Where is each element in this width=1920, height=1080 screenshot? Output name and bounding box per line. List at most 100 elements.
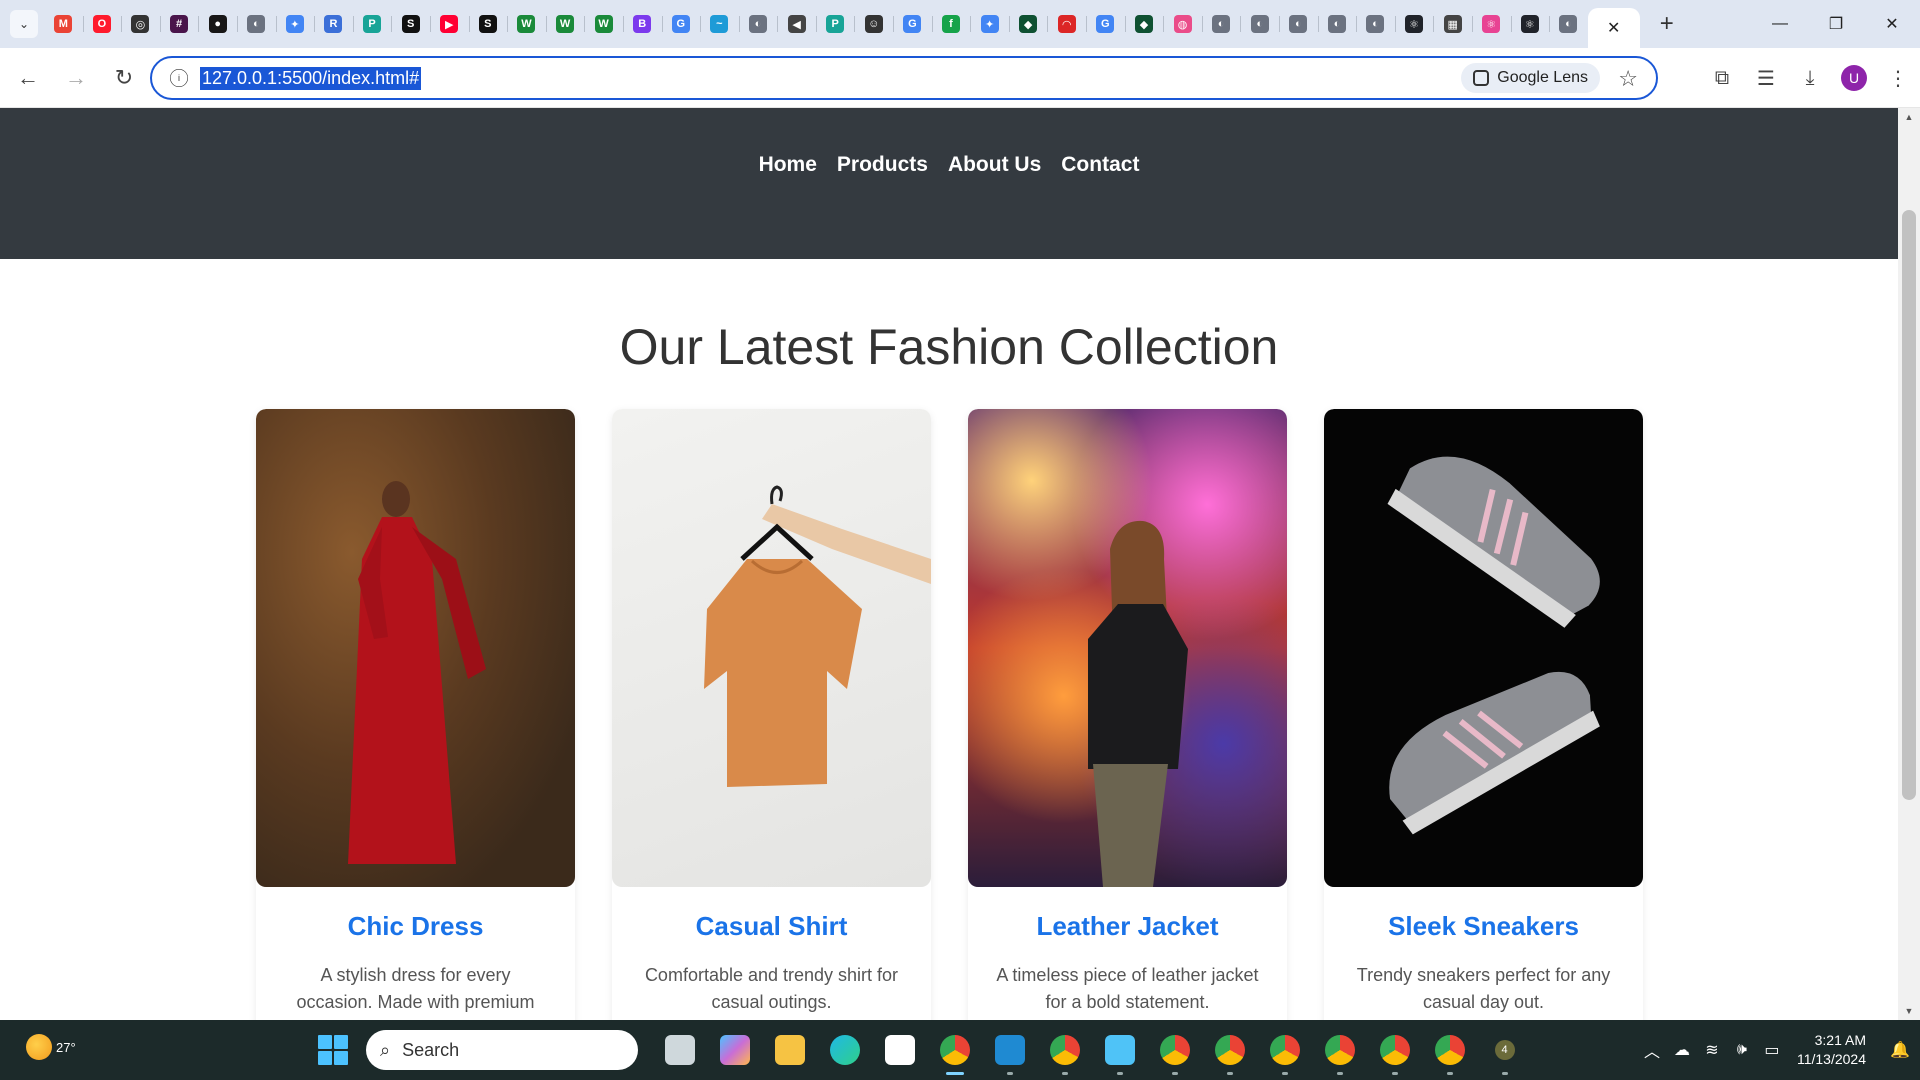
product-title[interactable]: Leather Jacket (968, 911, 1287, 942)
page-scrollbar[interactable]: ▲ ▼ (1898, 108, 1920, 1020)
tab-app-p[interactable]: P (352, 0, 392, 48)
nav-link-contact[interactable]: Contact (1061, 153, 1139, 183)
chrome-app-4[interactable] (1202, 1020, 1257, 1080)
tab-app-w-2[interactable]: W (545, 0, 585, 48)
scroll-up-arrow[interactable]: ▲ (1898, 108, 1920, 126)
chrome-app-8[interactable] (1422, 1020, 1477, 1080)
nav-link-about-us[interactable]: About Us (948, 153, 1041, 183)
tab-google-3[interactable]: G (1086, 0, 1125, 48)
store-app[interactable] (872, 1020, 927, 1080)
notepad-app[interactable] (1092, 1020, 1147, 1080)
notification-badge-app[interactable]: 4 (1477, 1020, 1532, 1080)
notification-bell-icon[interactable]: 🔔 (1880, 1040, 1920, 1060)
minimize-button[interactable]: — (1752, 0, 1808, 48)
tab-generic-2[interactable]: ◐ (738, 0, 778, 48)
tab-generic-3[interactable]: ◐ (1201, 0, 1241, 48)
google-lens-button[interactable]: Google Lens (1461, 63, 1600, 93)
task-view-app[interactable] (652, 1020, 707, 1080)
tab-app-is[interactable]: S (391, 0, 430, 48)
tab-generic-7[interactable]: ◐ (1356, 0, 1395, 48)
wifi-icon[interactable]: ≋ (1697, 1020, 1727, 1080)
battery-icon[interactable]: ▭ (1757, 1020, 1787, 1080)
sleek-sneakers-image[interactable] (1324, 409, 1643, 887)
close-window-button[interactable]: ✕ (1864, 0, 1920, 48)
tab-app-grid[interactable]: ▦ (1433, 0, 1472, 48)
scroll-thumb[interactable] (1902, 210, 1916, 800)
site-info-icon[interactable]: i (170, 69, 188, 87)
product-card-sleek-sneakers[interactable]: Sleek Sneakers Trendy sneakers perfect fo… (1324, 409, 1643, 1020)
tab-app-b[interactable]: B (622, 0, 662, 48)
profile-avatar[interactable]: U (1841, 65, 1867, 91)
start-button[interactable] (318, 1035, 348, 1065)
product-title[interactable]: Chic Dress (256, 911, 575, 942)
browser-menu-icon[interactable]: ⋮ (1876, 56, 1920, 100)
weather-widget[interactable]: 27° (26, 1034, 76, 1060)
casual-shirt-image[interactable] (612, 409, 931, 887)
tab-app-f[interactable]: f (931, 0, 971, 48)
vscode-app[interactable] (982, 1020, 1037, 1080)
product-card-leather-jacket[interactable]: Leather Jacket A timeless piece of leathe… (968, 409, 1287, 1020)
new-tab-button[interactable]: + (1650, 7, 1684, 41)
chrome-app-5[interactable] (1257, 1020, 1312, 1080)
taskbar-clock[interactable]: 3:21 AM 11/13/2024 (1797, 1031, 1866, 1069)
onedrive-icon[interactable]: ☁ (1667, 1020, 1697, 1080)
tab-github[interactable]: ● (198, 0, 237, 48)
volume-icon[interactable]: 🕪 (1727, 1020, 1757, 1080)
tab-active-localhost[interactable]: ✕ (1587, 8, 1640, 48)
url-text[interactable]: 127.0.0.1:5500/index.html# (200, 66, 422, 90)
downloads-icon[interactable]: ⤓ (1788, 56, 1832, 100)
tab-dribbble[interactable]: ◍ (1163, 0, 1202, 48)
tab-gemini[interactable]: ✦ (275, 0, 315, 48)
tab-google-2[interactable]: G (893, 0, 932, 48)
tab-app-wave[interactable]: ~ (700, 0, 739, 48)
tab-youtube-music[interactable]: ▶ (429, 0, 469, 48)
tab-generic-8[interactable]: ◐ (1549, 0, 1588, 48)
tab-app-leaf[interactable]: ◆ (1008, 0, 1048, 48)
tab-search-button[interactable]: ⌄ (10, 10, 38, 38)
edge-app[interactable] (817, 1020, 872, 1080)
chrome-app-3[interactable] (1147, 1020, 1202, 1080)
extensions-icon[interactable]: ⧉ (1700, 56, 1744, 100)
tab-chatgpt[interactable]: ◎ (121, 0, 160, 48)
address-bar[interactable]: i 127.0.0.1:5500/index.html# Google Lens… (150, 56, 1658, 100)
tab-generic-6[interactable]: ◐ (1317, 0, 1357, 48)
chic-dress-image[interactable] (256, 409, 575, 887)
tab-app-gauge[interactable]: ◠ (1047, 0, 1086, 48)
reload-button[interactable]: ↻ (104, 58, 144, 98)
taskbar-search[interactable]: ⌕ Search (366, 1030, 638, 1070)
tab-gmail[interactable]: M (44, 0, 83, 48)
tab-generic[interactable]: ◐ (236, 0, 276, 48)
leather-jacket-image[interactable] (968, 409, 1287, 887)
product-title[interactable]: Sleek Sneakers (1324, 911, 1643, 942)
bookmark-star-icon[interactable]: ☆ (1618, 66, 1638, 92)
chrome-app-7[interactable] (1367, 1020, 1422, 1080)
tab-generic-5[interactable]: ◐ (1279, 0, 1318, 48)
product-card-chic-dress[interactable]: Chic Dress A stylish dress for every occa… (256, 409, 575, 1020)
show-hidden-icons-chevron-icon[interactable]: ︿ (1637, 1020, 1667, 1080)
tab-slack[interactable]: # (159, 0, 199, 48)
tab-opera[interactable]: O (82, 0, 122, 48)
tab-gemini-2[interactable]: ✦ (970, 0, 1009, 48)
tab-app-leaf-2[interactable]: ◆ (1124, 0, 1164, 48)
chrome-profile-app[interactable] (927, 1020, 982, 1080)
tab-app-w-3[interactable]: W (584, 0, 623, 48)
scroll-down-arrow[interactable]: ▼ (1898, 1002, 1920, 1020)
tab-app-is-2[interactable]: S (468, 0, 508, 48)
tab-speaker[interactable]: ◀ (777, 0, 816, 48)
product-card-casual-shirt[interactable]: Casual Shirt Comfortable and trendy shirt… (612, 409, 931, 1020)
chrome-app-6[interactable] (1312, 1020, 1367, 1080)
tab-react-pink[interactable]: ⚛ (1471, 0, 1511, 48)
tab-app-face[interactable]: ☺ (854, 0, 893, 48)
back-button[interactable]: ← (8, 58, 48, 98)
copilot-app[interactable] (707, 1020, 762, 1080)
tab-react-2[interactable]: ⚛ (1510, 0, 1550, 48)
forward-button[interactable]: → (56, 58, 96, 98)
tab-app-p-2[interactable]: P (815, 0, 855, 48)
media-controls-icon[interactable]: ☰ (1744, 56, 1788, 100)
product-title[interactable]: Casual Shirt (612, 911, 931, 942)
file-explorer-app[interactable] (762, 1020, 817, 1080)
close-tab-icon[interactable]: ✕ (1607, 18, 1620, 38)
tab-app-rs[interactable]: R (314, 0, 353, 48)
chrome-app-2[interactable] (1037, 1020, 1092, 1080)
tab-react[interactable]: ⚛ (1394, 0, 1434, 48)
